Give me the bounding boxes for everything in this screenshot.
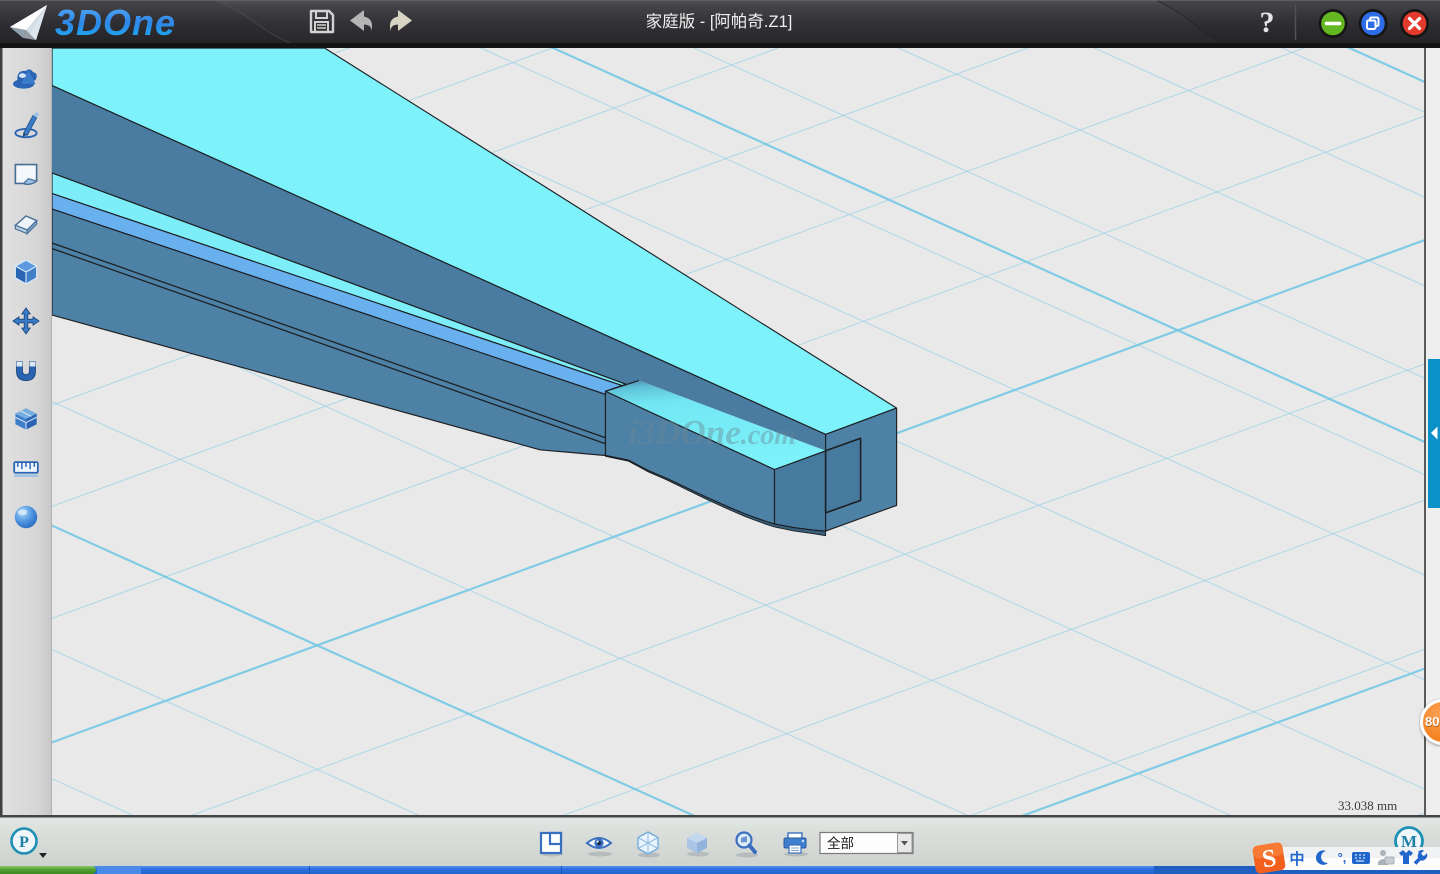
svg-text:P: P bbox=[19, 834, 29, 851]
svg-text:家庭版 - [阿帕奇.Z1]: 家庭版 - [阿帕奇.Z1] bbox=[646, 12, 793, 31]
svg-text:°,: °, bbox=[1338, 850, 1347, 865]
svg-text:中: 中 bbox=[1289, 850, 1304, 868]
svg-text:3DOne: 3DOne bbox=[55, 2, 176, 43]
svg-text:33.038 mm: 33.038 mm bbox=[1338, 798, 1397, 813]
svg-text:全部: 全部 bbox=[827, 835, 854, 851]
svg-text:?: ? bbox=[1260, 6, 1275, 39]
